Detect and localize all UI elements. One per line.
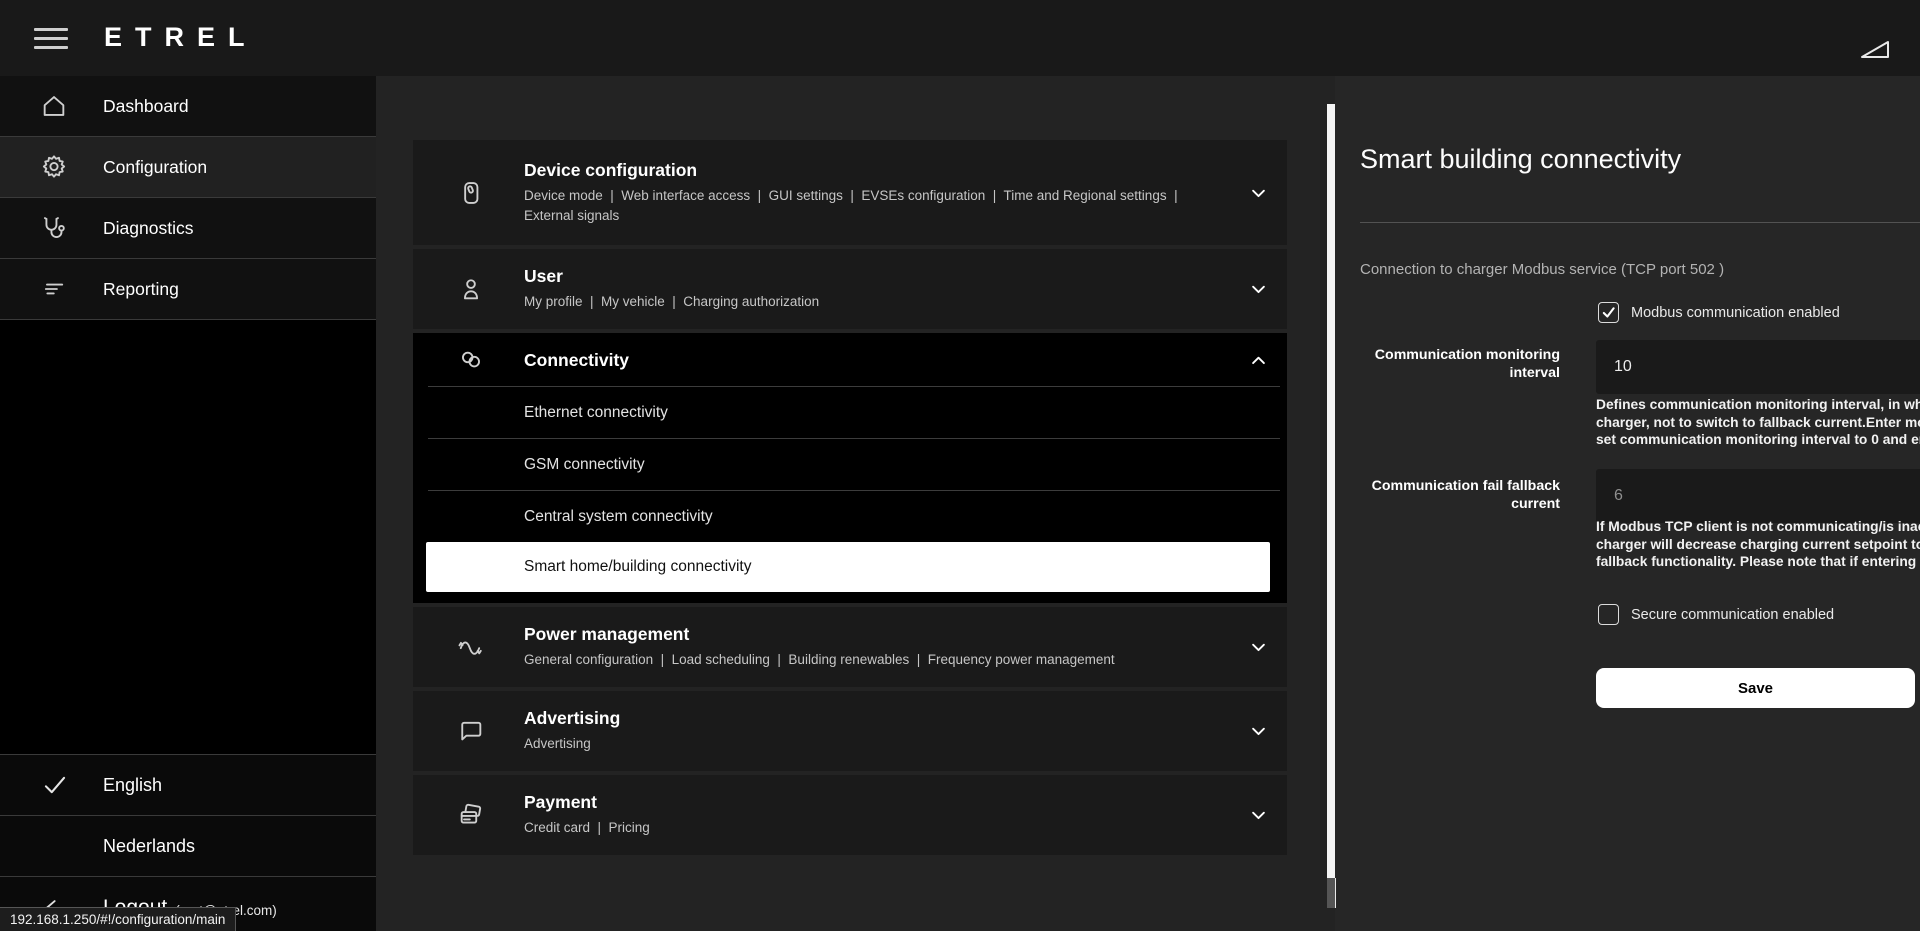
signal-triangle-icon[interactable] [1858,38,1892,60]
sidebar-item-label: Configuration [103,157,207,178]
top-bar: ETREL [0,0,1920,76]
field-label-fallback-current: Communication fail fallback current [1360,477,1560,513]
main-content: Device configuration Device mode | Web i… [376,76,1327,931]
section-title: Payment [524,792,1227,812]
gear-icon [40,153,68,181]
power-wave-icon [457,633,485,661]
section-subitems: Advertising [524,734,1224,754]
checkbox-box[interactable] [1598,302,1619,323]
secure-communication-checkbox[interactable]: Secure communication enabled [1598,604,1834,625]
language-label: English [103,775,162,796]
panel-title: Smart building connectivity [1360,144,1681,175]
monitoring-interval-input[interactable] [1596,340,1920,394]
chevron-down-icon[interactable] [1250,807,1267,823]
sidebar-item-dashboard[interactable]: Dashboard [0,76,376,137]
section-title: Connectivity [524,350,1227,370]
accordion-section-power-management[interactable]: Power management General configuration |… [413,607,1287,687]
details-panel: Smart building connectivity Connection t… [1335,76,1920,931]
connectivity-item-gsm[interactable]: GSM connectivity [413,439,1287,490]
hamburger-menu-icon[interactable] [34,28,68,50]
connectivity-item-ethernet[interactable]: Ethernet connectivity [413,387,1287,438]
section-subitems: My profile | My vehicle | Charging autho… [524,292,1224,312]
section-title: User [524,266,1227,286]
panel-subtitle: Connection to charger Modbus service (TC… [1360,261,1724,278]
connectivity-item-central-system[interactable]: Central system connectivity [413,491,1287,542]
fallback-current-input[interactable] [1596,469,1920,523]
language-item-nederlands[interactable]: Nederlands [0,815,376,876]
sidebar: Dashboard Configuration Diagnostics [0,76,376,931]
section-subitems: Credit card | Pricing [524,818,1224,838]
stethoscope-icon [40,214,68,242]
checkbox-box[interactable] [1598,604,1619,625]
checkbox-label: Secure communication enabled [1631,607,1834,623]
speech-bubble-icon [457,717,485,745]
chevron-down-icon[interactable] [1250,639,1267,655]
sidebar-item-reporting[interactable]: Reporting [0,259,376,320]
app-screen: ETREL Dashboard Configuration [0,0,1920,931]
field-description: Defines communication monitoring interva… [1596,396,1920,449]
section-title: Device configuration [524,160,1227,180]
user-icon [457,275,485,303]
field-description: If Modbus TCP client is not communicatin… [1596,518,1920,571]
home-icon [40,92,68,120]
save-button[interactable]: Save [1596,668,1915,708]
chevron-down-icon[interactable] [1250,185,1267,201]
checkbox-label: Modbus communication enabled [1631,305,1840,321]
etrel-logo: ETREL [104,22,258,53]
section-title: Advertising [524,708,1227,728]
section-title: Power management [524,624,1227,644]
checkmark-icon [42,772,68,798]
sidebar-item-label: Diagnostics [103,218,193,239]
report-lines-icon [40,275,68,303]
language-label: Nederlands [103,836,195,857]
scrollbar-track[interactable] [1327,878,1336,908]
field-label-monitoring-interval: Communication monitoring interval [1360,346,1560,382]
link-icon [457,346,485,374]
connectivity-item-smart-home-selected[interactable]: Smart home/building connectivity [426,542,1270,592]
language-switcher: English Nederlands Logout (root@etrel.co… [0,754,376,931]
credit-card-icon [457,801,485,829]
accordion-section-payment[interactable]: Payment Credit card | Pricing [413,775,1287,855]
chevron-up-icon[interactable] [1250,352,1267,368]
browser-status-tooltip: 192.168.1.250/#!/configuration/main [0,907,236,931]
sidebar-item-label: Reporting [103,279,179,300]
accordion-section-device-configuration[interactable]: Device configuration Device mode | Web i… [413,140,1287,245]
chevron-down-icon[interactable] [1250,723,1267,739]
scrollbar-thumb[interactable] [1327,104,1335,878]
configuration-accordion: Device configuration Device mode | Web i… [413,140,1287,859]
divider [1360,222,1920,223]
modbus-enabled-checkbox[interactable]: Modbus communication enabled [1598,302,1840,323]
accordion-section-advertising[interactable]: Advertising Advertising [413,691,1287,771]
accordion-section-user[interactable]: User My profile | My vehicle | Charging … [413,249,1287,329]
chevron-down-icon[interactable] [1250,281,1267,297]
sidebar-item-configuration[interactable]: Configuration [0,137,376,198]
section-subitems: Device mode | Web interface access | GUI… [524,186,1224,226]
status-url: 192.168.1.250/#!/configuration/main [10,912,225,927]
accordion-section-connectivity: Connectivity Ethernet connectivity GSM c… [413,333,1287,603]
connectivity-header[interactable]: Connectivity [413,333,1287,386]
language-item-english[interactable]: English [0,754,376,815]
device-icon [457,179,485,207]
sidebar-item-diagnostics[interactable]: Diagnostics [0,198,376,259]
section-subitems: General configuration | Load scheduling … [524,650,1224,670]
sidebar-item-label: Dashboard [103,96,189,117]
